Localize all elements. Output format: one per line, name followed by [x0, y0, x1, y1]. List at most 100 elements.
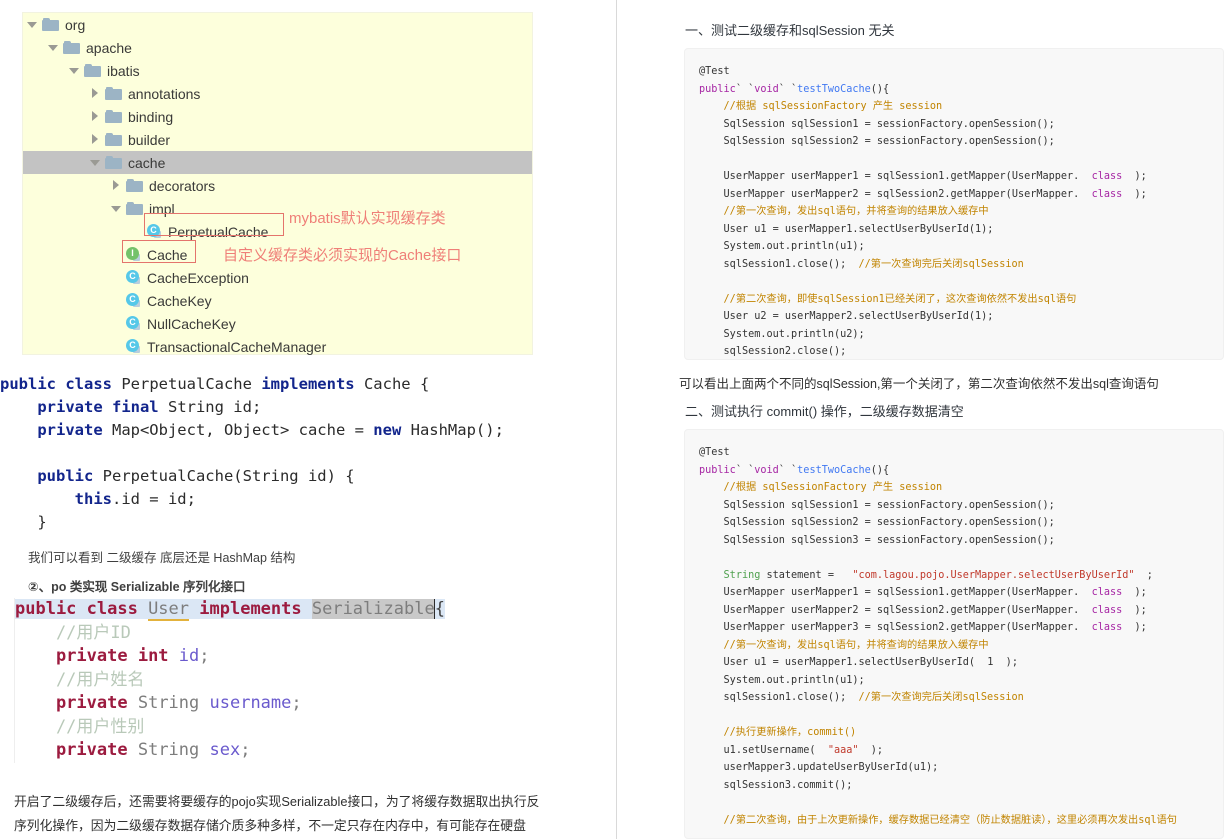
perpetualcache-code-line: this.id = id; [0, 488, 560, 511]
heading-test-one: 一、测试二级缓存和sqlSession 无关 [685, 23, 895, 38]
test-one-code-line: sqlSession2.close(); [699, 343, 1223, 361]
icon-badge: C [126, 270, 139, 283]
code-token: class [1091, 587, 1123, 598]
perpetualcache-code-line [0, 442, 560, 465]
code-token: Serializable [311, 599, 435, 619]
paragraph-serializable-explanation: 开启了二级缓存后，还需要将要缓存的pojo实现Serializable接口，为了… [14, 794, 540, 833]
tree-item-perpetualcache[interactable]: C PerpetualCache [23, 220, 532, 243]
code-token: ` ` [778, 83, 798, 95]
class-icon: C [147, 224, 162, 239]
code-token: //第一次查询完后关闭sqlSession [858, 258, 1024, 270]
user-code-line: //用户性别 [15, 716, 544, 740]
tree-item-builder[interactable]: builder [23, 128, 532, 151]
tree-item-label: Cache [147, 246, 188, 263]
code-token: ); [1122, 622, 1147, 633]
chevron-down-icon[interactable] [48, 42, 59, 53]
tree-item-cacheexception[interactable]: C CacheException [23, 266, 532, 289]
user-code-line: private String sex; [15, 739, 544, 763]
tree-item-label: cache [128, 154, 166, 171]
user-code-line: private String username; [15, 692, 544, 716]
code-token: private final [37, 398, 168, 416]
code-token: userMapper3.updateUserByUserId(u1); [699, 762, 939, 773]
test-one-code-line: SqlSession sqlSession2 = sessionFactory.… [699, 133, 1223, 151]
tree-item-decorators[interactable]: decorators [23, 174, 532, 197]
code-token: implements [199, 599, 312, 619]
tree-item-label: CacheKey [147, 292, 212, 309]
tree-item-label: builder [128, 131, 171, 148]
code-token: //第一次查询，发出sql语句，并将查询的结果放入缓存中 [699, 206, 989, 217]
chevron-down-icon[interactable] [111, 203, 122, 214]
code-token: sqlSession2.close(); [699, 346, 847, 357]
project-file-tree[interactable]: org apache ibatis annotations binding builder… [22, 12, 533, 355]
test-two-code-line: //第二次查询，由于上次更新操作，缓存数据已经清空（防止数据脏读），这里必须再次… [699, 812, 1223, 830]
code-token: private [37, 421, 112, 439]
chevron-down-icon[interactable] [90, 157, 101, 168]
test-two-code-line [699, 549, 1223, 567]
code-token: void [754, 83, 779, 95]
tree-item-apache[interactable]: apache [23, 36, 532, 59]
code-token: @Test [699, 66, 730, 77]
code-token: @Test [699, 447, 730, 458]
icon-badge: C [126, 316, 139, 329]
test-one-code-line: User u1 = userMapper1.selectUserByUserId… [699, 221, 1223, 239]
tree-item-impl[interactable]: impl [23, 197, 532, 220]
tree-item-nullcachekey[interactable]: C NullCacheKey [23, 312, 532, 335]
tree-item-transactionalcachemanager[interactable]: C TransactionalCacheManager [23, 335, 532, 358]
test-two-code-line [699, 794, 1223, 812]
tree-item-label: ibatis [107, 62, 140, 79]
code-token: Map<Object, Object> cache = [111, 421, 374, 439]
tree-item-annotations[interactable]: annotations [23, 82, 532, 105]
chevron-right-icon[interactable] [90, 134, 101, 145]
test-two-code-line: @Test [699, 444, 1223, 462]
code-token: ); [1122, 171, 1147, 182]
test-two-code-line: SqlSession sqlSession1 = sessionFactory.… [699, 497, 1223, 515]
test-one-code-line: public` `void` `testTwoCache(){ [699, 81, 1223, 99]
code-token: public [37, 467, 103, 485]
tree-spacer-icon [132, 226, 143, 237]
tree-spacer-icon [111, 318, 122, 329]
code-block-perpetualcache: public class PerpetualCache implements C… [0, 373, 560, 534]
code-token: username [209, 693, 292, 713]
test-two-code-line: System.out.println(u1); [699, 672, 1223, 690]
chevron-right-icon[interactable] [90, 111, 101, 122]
interface-icon: I [126, 247, 141, 262]
code-token: private [55, 740, 138, 760]
test-two-code-line: UserMapper userMapper1 = sqlSession1.get… [699, 584, 1223, 602]
code-token: ); [1122, 587, 1147, 598]
code-token: Cache { [363, 375, 430, 393]
tree-item-label: impl [149, 200, 175, 217]
chevron-right-icon[interactable] [90, 88, 101, 99]
chevron-right-icon[interactable] [111, 180, 122, 191]
test-two-code-line: //根据 sqlSessionFactory 产生 session [699, 479, 1223, 497]
heading-test-two: 二、测试执行 commit() 操作，二级缓存数据清空 [685, 404, 964, 419]
folder-icon [126, 202, 143, 215]
user-code-line: private int id; [15, 645, 544, 669]
tree-item-label: PerpetualCache [168, 223, 269, 240]
class-icon: C [126, 316, 141, 331]
chevron-down-icon[interactable] [69, 65, 80, 76]
test-one-code-line: SqlSession sqlSession1 = sessionFactory.… [699, 116, 1223, 134]
folder-icon [63, 41, 80, 54]
test-one-code-line: UserMapper userMapper1 = sqlSession1.get… [699, 168, 1223, 186]
test-two-code-line: UserMapper userMapper3 = sqlSession2.get… [699, 619, 1223, 637]
code-token: //根据 sqlSessionFactory 产生 session [699, 482, 943, 493]
tree-spacer-icon [111, 272, 122, 283]
test-one-code-line [699, 273, 1223, 291]
tree-item-cachekey[interactable]: C CacheKey [23, 289, 532, 312]
tree-item-label: NullCacheKey [147, 315, 236, 332]
chevron-down-icon[interactable] [27, 19, 38, 30]
tree-item-cache[interactable]: cache [23, 151, 532, 174]
tree-item-ibatis[interactable]: ibatis [23, 59, 532, 82]
code-token: implements [261, 375, 364, 393]
tree-item-binding[interactable]: binding [23, 105, 532, 128]
code-token: HashMap(); [410, 421, 504, 439]
tree-item-org[interactable]: org [23, 13, 532, 36]
test-one-code-line: UserMapper userMapper2 = sqlSession2.get… [699, 186, 1223, 204]
code-token: UserMapper userMapper1 = sqlSession1.get… [699, 171, 1092, 182]
test-two-code-line: //执行更新操作，commit() [699, 724, 1223, 742]
code-token: SqlSession sqlSession1 = sessionFactory.… [699, 118, 1055, 130]
